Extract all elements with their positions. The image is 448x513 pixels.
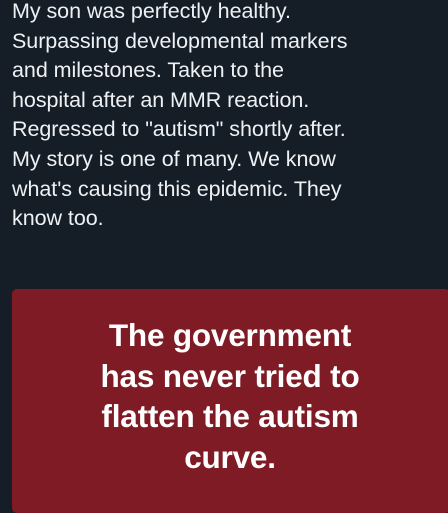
- post-text: My son was perfectly healthy. Surpassing…: [12, 0, 444, 234]
- attached-image-card[interactable]: The government has never tried to flatte…: [12, 289, 448, 513]
- post-text-line: My son was perfectly healthy.: [12, 0, 291, 23]
- attached-image-text-line: flatten the autism: [101, 398, 359, 434]
- attached-image-text: The government has never tried to flatte…: [12, 315, 448, 477]
- post-text-line: My story is one of many. We know: [12, 146, 336, 171]
- post-text-line: Regressed to "autism" shortly after.: [12, 117, 346, 142]
- attached-image-text-line: The government: [108, 317, 352, 353]
- post-text-line: what's causing this epidemic. They: [12, 176, 342, 201]
- attached-image-text-line: curve.: [184, 438, 276, 475]
- attached-image-text-line: has never tried to: [100, 357, 360, 394]
- post-text-line: and milestones. Taken to the: [12, 58, 284, 83]
- post-text-line: hospital after an MMR reaction.: [12, 87, 310, 112]
- post-text-line: know too.: [12, 206, 104, 231]
- post-text-line: Surpassing developmental markers: [12, 28, 348, 53]
